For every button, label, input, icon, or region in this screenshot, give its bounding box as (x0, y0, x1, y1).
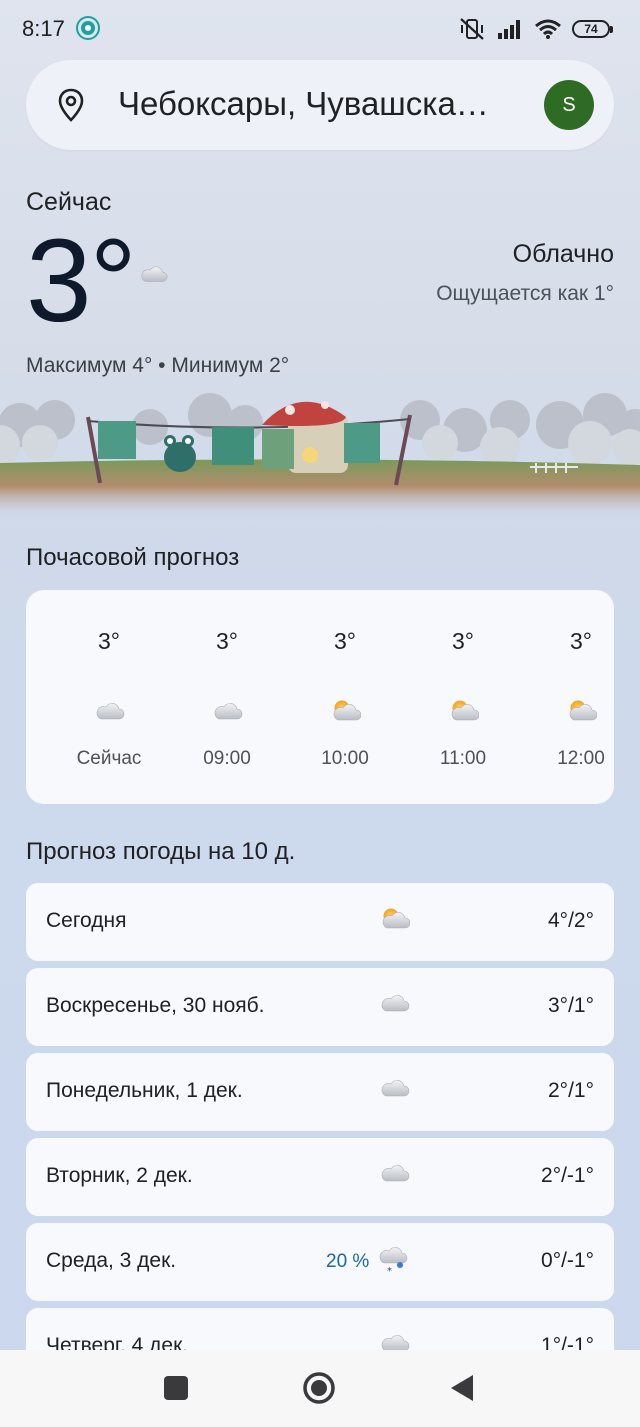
daily-row[interactable]: Понедельник, 1 дек. 2°/1° (26, 1053, 614, 1131)
day-temperature-range: 0°/-1° (541, 1249, 594, 1272)
weather-illustration (0, 393, 640, 520)
recents-button[interactable] (163, 1375, 189, 1401)
cloud-icon (211, 698, 243, 722)
hour-time: 10:00 (321, 748, 369, 769)
current-condition: Облачно (512, 240, 614, 268)
battery-icon: 74 (572, 20, 613, 38)
hour-time: Сейчас (76, 748, 142, 769)
hour-time: 09:00 (203, 748, 251, 769)
cloud-icon (378, 1160, 410, 1184)
status-time: 8:17 (22, 16, 65, 41)
daily-row[interactable]: Сегодня 4°/2° (26, 883, 614, 961)
day-temperature-range: 3°/1° (548, 994, 594, 1017)
signal-icon (498, 20, 520, 39)
wifi-icon (535, 19, 561, 39)
partly-cloudy-icon (447, 698, 479, 722)
location-search-bar[interactable]: Чебоксары, Чувашска… S (26, 60, 614, 150)
cloud-icon (378, 1075, 410, 1099)
home-button[interactable] (302, 1371, 336, 1405)
back-button[interactable] (449, 1373, 475, 1403)
day-temperature-range: 4°/2° (548, 909, 594, 932)
partly-cloudy-icon (378, 905, 410, 931)
cloud-icon (378, 990, 410, 1014)
current-label: Сейчас (26, 188, 112, 216)
day-temperature-range: 2°/-1° (541, 1164, 594, 1187)
day-name: Среда, 3 дек. (46, 1249, 177, 1272)
system-navigation-bar (0, 1350, 640, 1427)
max-min-temperature: Максимум 4° • Минимум 2° (26, 354, 290, 377)
partly-cloudy-icon (329, 698, 361, 722)
daily-forecast-title: Прогноз погоды на 10 д. (26, 838, 296, 865)
hourly-item[interactable]: 3° 10:00 (295, 590, 395, 804)
location-pin-icon (58, 88, 84, 122)
hourly-item[interactable]: 3° 11:00 (413, 590, 513, 804)
daily-row[interactable]: Вторник, 2 дек. 2°/-1° (26, 1138, 614, 1216)
hour-temperature: 3° (98, 628, 120, 654)
mute-vibrate-icon (460, 18, 484, 40)
partly-cloudy-icon (565, 698, 597, 722)
hour-temperature: 3° (452, 628, 474, 654)
hour-time: 12:00 (557, 748, 605, 769)
day-name: Понедельник, 1 дек. (46, 1079, 243, 1102)
app-notification-icon (78, 18, 98, 38)
hour-time: 11:00 (439, 748, 487, 769)
snow-cloud-icon (378, 1245, 410, 1275)
day-temperature-range: 2°/1° (548, 1079, 594, 1102)
hour-temperature: 3° (216, 628, 238, 654)
account-avatar[interactable]: S (544, 80, 594, 130)
current-temperature: 3° (26, 215, 137, 347)
day-name: Воскресенье, 30 нояб. (46, 994, 265, 1017)
daily-row[interactable]: Воскресенье, 30 нояб. 3°/1° (26, 968, 614, 1046)
hourly-item[interactable]: 3° 09:00 (177, 590, 277, 804)
cloud-icon (138, 262, 168, 284)
daily-row[interactable]: Среда, 3 дек. 20 % 0°/-1° (26, 1223, 614, 1301)
feels-like: Ощущается как 1° (436, 282, 614, 305)
hourly-item[interactable]: 3° 12:00 (531, 590, 614, 804)
hourly-forecast-card[interactable]: 3° Сейчас 3° 09:00 3° 10:00 3° 11:00 3° … (26, 590, 614, 804)
hour-temperature: 3° (570, 628, 592, 654)
hour-temperature: 3° (334, 628, 356, 654)
precipitation-chance: 20 % (326, 1251, 370, 1272)
day-name: Сегодня (46, 909, 127, 932)
hourly-item[interactable]: 3° Сейчас (59, 590, 159, 804)
day-name: Вторник, 2 дек. (46, 1164, 193, 1187)
location-name[interactable]: Чебоксары, Чувашска… (118, 85, 518, 123)
status-icons: 74 (458, 14, 613, 44)
cloud-icon (93, 698, 125, 722)
hourly-forecast-title: Почасовой прогноз (26, 544, 240, 571)
status-bar: 8:17 74 (0, 0, 640, 58)
